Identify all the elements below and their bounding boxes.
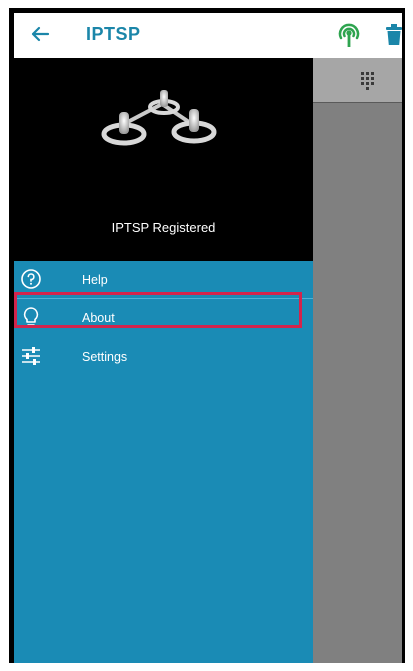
dialpad-icon[interactable] [361,72,375,90]
settings-highlight-box [14,292,302,328]
network-nodes-logo [101,90,217,146]
menu-item-label: Help [82,273,108,287]
broadcast-signal-icon[interactable] [335,20,363,50]
registration-status: IPTSP Registered [111,220,216,235]
top-app-bar: IPTSP [14,13,402,58]
trash-icon[interactable] [385,23,403,47]
back-arrow-icon[interactable] [28,22,52,46]
app-frame: IPTSP IPTSP Registered Help About Settin… [9,8,405,663]
background-content-scrim[interactable] [313,58,402,663]
navigation-drawer: IPTSP Registered Help About Settings [14,58,313,663]
app-title: IPTSP [86,24,141,44]
menu-item-label: Settings [82,350,128,364]
help-circle-icon [21,269,41,289]
menu-item-settings[interactable]: Settings [14,338,313,375]
drawer-header: IPTSP Registered [14,58,313,261]
background-toolbar [313,58,402,102]
sliders-icon [22,347,40,365]
toolbar-divider [313,102,402,103]
